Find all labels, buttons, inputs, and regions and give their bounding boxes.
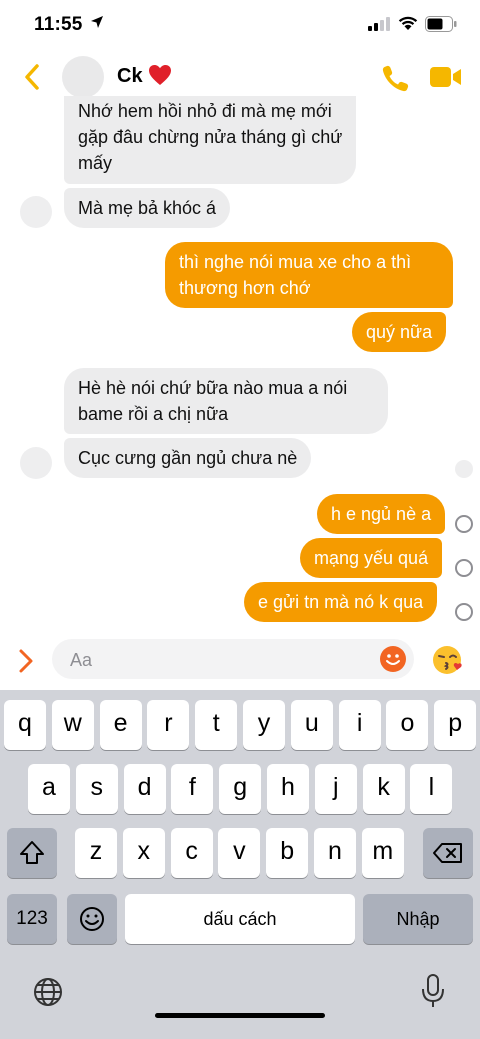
key-n[interactable]: n (314, 828, 356, 878)
microphone-icon[interactable] (420, 973, 446, 1009)
key-p[interactable]: p (434, 700, 477, 750)
sent-receipt-icon (455, 603, 473, 621)
seen-indicator-avatar (455, 460, 473, 478)
outgoing-message[interactable]: mạng yếu quá (300, 538, 443, 578)
home-indicator (155, 1013, 325, 1018)
key-c[interactable]: c (170, 828, 213, 878)
key-g[interactable]: g (219, 764, 262, 814)
key-m[interactable]: m (361, 828, 404, 878)
message-composer: Aa (0, 632, 480, 690)
delete-key[interactable] (423, 828, 473, 878)
status-time: 11:55 (34, 14, 83, 35)
numbers-key[interactable]: 123 (7, 894, 57, 944)
globe-icon[interactable] (32, 976, 64, 1008)
key-o[interactable]: o (386, 700, 429, 750)
heart-icon (149, 65, 171, 85)
incoming-message[interactable]: Mà mẹ bả khóc á (64, 188, 231, 228)
key-j[interactable]: j (314, 764, 357, 814)
shift-key[interactable] (7, 828, 57, 878)
outgoing-message[interactable]: thì nghe nói mua xe cho a thì thương hơn… (165, 242, 453, 308)
expand-chevron-icon[interactable] (16, 648, 36, 674)
contact-avatar[interactable] (62, 56, 104, 98)
emoji-icon[interactable] (380, 646, 406, 672)
message-input[interactable]: Aa (52, 639, 414, 679)
key-a[interactable]: a (28, 764, 70, 814)
key-l[interactable]: l (410, 764, 453, 814)
keyboard: qwertyuiop asdfghjkl zxcvbnm 123 dấu các… (0, 690, 480, 1039)
incoming-message[interactable]: Hè hè nói chứ bữa nào mua a nói bame rồi… (64, 368, 388, 434)
return-key[interactable]: Nhập (363, 894, 473, 944)
key-s[interactable]: s (75, 764, 118, 814)
status-bar: 11:55 (0, 0, 480, 52)
delete-icon (433, 843, 462, 863)
key-v[interactable]: v (218, 828, 261, 878)
key-r[interactable]: r (147, 700, 190, 750)
contact-name[interactable]: Ck (117, 65, 143, 88)
incoming-message[interactable]: Cục cưng gần ngủ chưa nè (64, 438, 312, 478)
key-t[interactable]: t (195, 700, 238, 750)
key-u[interactable]: u (290, 700, 333, 750)
chat-header: Ck (0, 52, 480, 102)
key-y[interactable]: y (243, 700, 285, 750)
location-arrow-icon (91, 16, 103, 28)
message-list[interactable]: Nhớ hem hồi nhỏ đi mà mẹ mới gặp đâu chừ… (0, 96, 480, 630)
key-q[interactable]: q (4, 700, 46, 750)
key-i[interactable]: i (338, 700, 381, 750)
incoming-message[interactable]: Nhớ hem hồi nhỏ đi mà mẹ mới gặp đâu chừ… (64, 96, 357, 184)
shift-icon (20, 841, 44, 864)
key-x[interactable]: x (122, 828, 165, 878)
key-b[interactable]: b (266, 828, 309, 878)
back-chevron-icon[interactable] (20, 62, 46, 92)
sender-avatar[interactable] (20, 447, 52, 479)
message-input-placeholder: Aa (70, 650, 93, 670)
phone-icon[interactable] (382, 64, 410, 92)
sent-receipt-icon (455, 515, 473, 533)
signal-icon (368, 17, 390, 31)
key-f[interactable]: f (171, 764, 214, 814)
outgoing-message[interactable]: quý nữa (352, 312, 447, 352)
key-w[interactable]: w (51, 700, 94, 750)
outgoing-message[interactable]: e gửi tn mà nó k qua (244, 582, 438, 622)
kiss-emoji-icon[interactable] (432, 644, 464, 683)
emoji-keyboard-key[interactable] (67, 894, 117, 944)
key-d[interactable]: d (123, 764, 166, 814)
key-e[interactable]: e (99, 700, 142, 750)
battery-icon (425, 16, 457, 32)
sent-receipt-icon (455, 559, 473, 577)
video-camera-icon[interactable] (430, 66, 462, 88)
emoji-keyboard-icon (80, 907, 104, 931)
key-h[interactable]: h (267, 764, 309, 814)
outgoing-message[interactable]: h e ngủ nè a (317, 494, 446, 534)
wifi-icon (398, 16, 418, 30)
space-key[interactable]: dấu cách (125, 894, 355, 944)
key-z[interactable]: z (75, 828, 117, 878)
key-k[interactable]: k (362, 764, 405, 814)
sender-avatar[interactable] (20, 196, 52, 228)
